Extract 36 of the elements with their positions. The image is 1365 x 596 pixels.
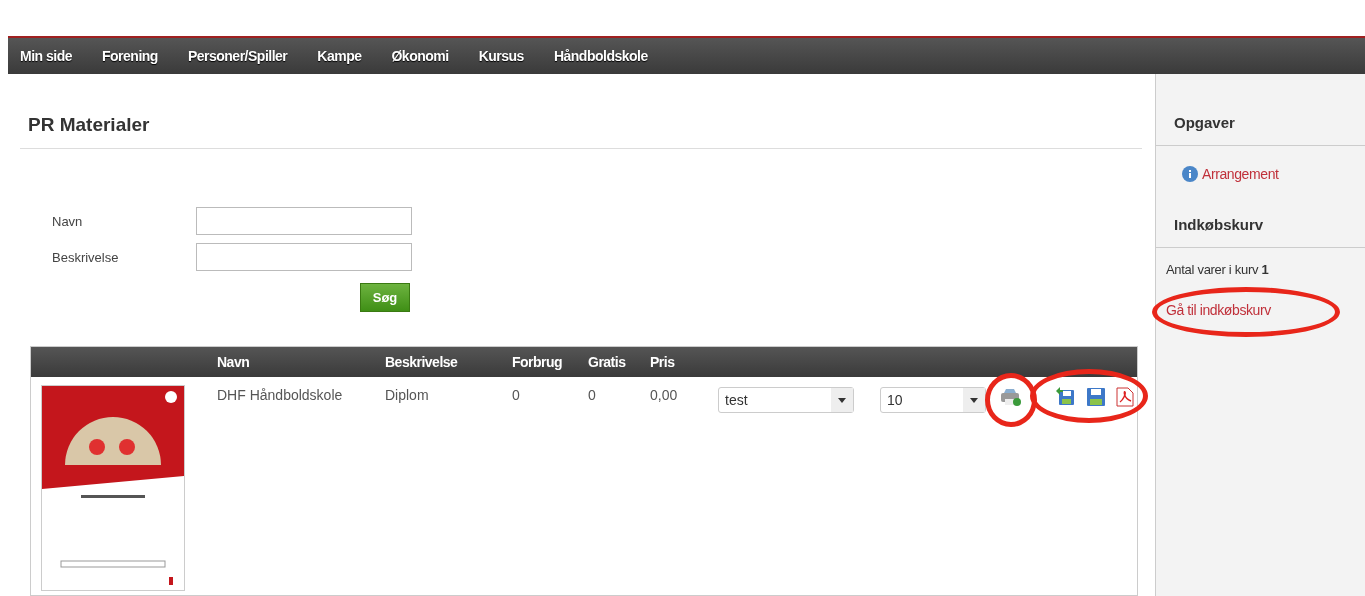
column-header: Beskrivelse [385,354,459,370]
nav-item[interactable]: Forening [102,48,158,64]
cart-count: Antal varer i kurv 1 [1165,261,1270,277]
table-cell-text: DHF Håndboldskole [217,386,344,405]
column-header: Gratis [588,354,627,370]
info-icon [1182,166,1198,182]
nav-item[interactable]: Kampe [317,48,362,64]
column-header: Navn [217,354,251,370]
nav-item[interactable]: Min side [20,48,72,64]
nav-item[interactable]: Håndboldskole [553,48,648,64]
caret-icon [970,397,978,403]
cart-link[interactable]: Gå til indkøbskurv [1166,302,1271,318]
nav-item[interactable]: Økonomi [391,48,449,64]
column-header: Forbrug [512,354,564,370]
dropdown[interactable]: test [718,387,854,413]
sidebar-heading: Indkøbskurv [1156,182,1365,248]
table-cell-text: 0 [588,386,597,405]
field-label: Navn [52,213,84,229]
sidebar-heading: Opgaver [1156,74,1365,146]
arrangement-link[interactable]: Arrangement [1202,166,1279,182]
nav-item[interactable]: Personer/Spiller [187,48,288,64]
caret-icon [838,397,846,403]
save-icon[interactable] [1086,387,1106,407]
printer-icon[interactable] [1000,387,1022,407]
column-header: Pris [650,354,676,370]
nav-item[interactable]: Kursus [478,48,524,64]
field-label: Beskrivelse [52,249,120,265]
save-copy-icon[interactable] [1056,387,1076,407]
table-cell-text: 0 [512,386,521,405]
page-title: PR Materialer [28,114,151,136]
input-field[interactable] [196,207,412,235]
input-field[interactable] [196,243,412,271]
pdf-icon[interactable] [1116,387,1134,407]
dropdown[interactable]: 10 [880,387,986,413]
table-cell-text: Diplom [385,386,430,405]
table-cell-text: 0,00 [650,386,679,405]
